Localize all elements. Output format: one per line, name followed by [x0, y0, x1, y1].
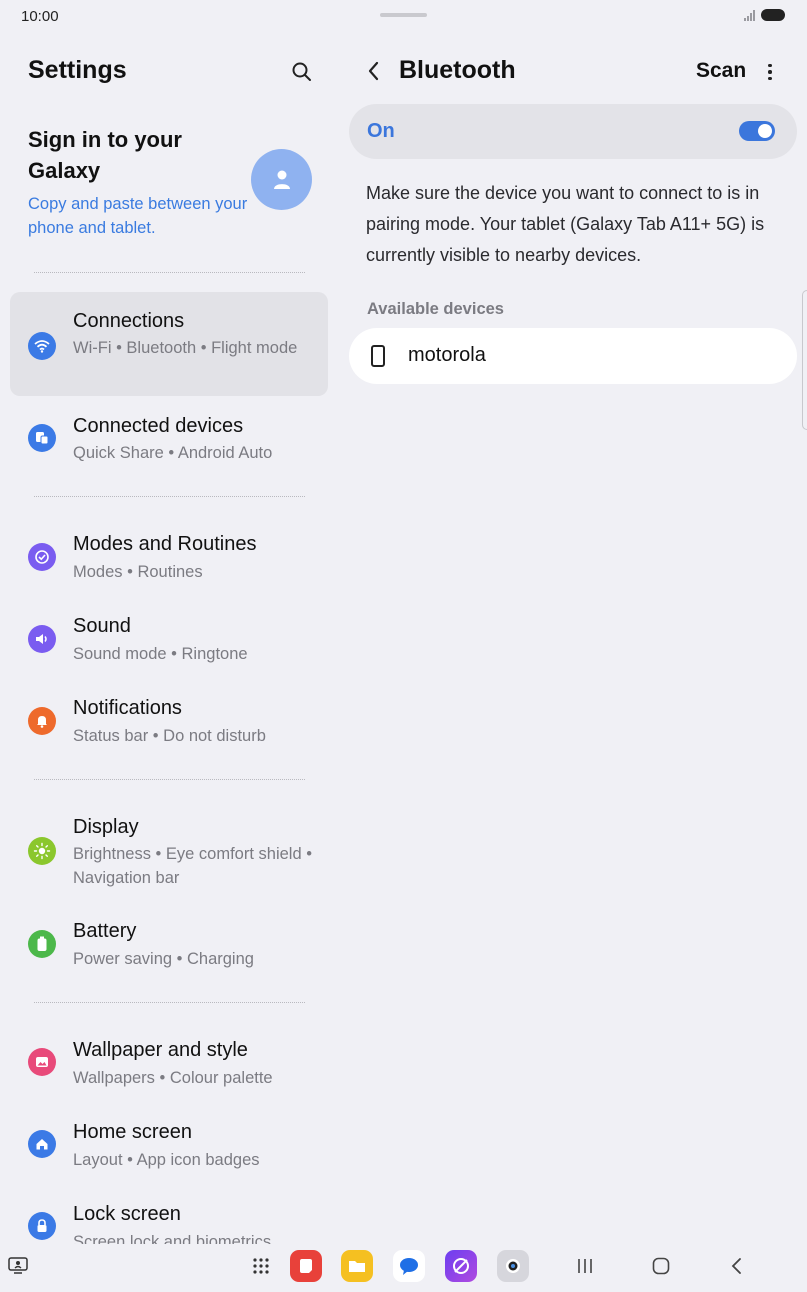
menu-item-label: Wallpaper and style	[73, 1039, 248, 1061]
pairing-info-text: Make sure the device you want to connect…	[366, 183, 765, 265]
scan-button[interactable]: Scan	[696, 59, 746, 83]
bluetooth-toggle-bar[interactable]: On	[349, 104, 797, 159]
sun-icon	[28, 837, 56, 865]
my-files-app-icon[interactable]	[341, 1250, 373, 1282]
menu-item-sub: Wallpapers • Colour palette	[73, 1069, 273, 1087]
menu-item-connected-devices[interactable]: Connected devices Quick Share • Android …	[10, 400, 328, 480]
menu-item-notifications[interactable]: Notifications Status bar • Do not distur…	[10, 682, 328, 760]
menu-item-connections[interactable]: Connections Wi-Fi • Bluetooth • Flight m…	[10, 292, 328, 396]
menu-item-label: Connected devices	[73, 415, 244, 437]
battery-status-icon	[761, 9, 785, 21]
menu-item-sub: Modes • Routines	[73, 563, 203, 581]
menu-item-wallpaper[interactable]: Wallpaper and style Wallpapers • Colour …	[10, 1024, 328, 1102]
wallpaper-icon	[28, 1048, 56, 1076]
device-item[interactable]: motorola	[349, 328, 797, 384]
divider	[34, 779, 305, 780]
bluetooth-switch[interactable]	[739, 121, 775, 141]
menu-item-home-screen[interactable]: Home screen Layout • App icon badges	[10, 1106, 328, 1184]
menu-item-battery[interactable]: Battery Power saving • Charging	[10, 906, 328, 984]
menu-item-label: Sound	[73, 615, 131, 637]
taskbar	[0, 1246, 807, 1292]
menu-item-sub: Status bar • Do not disturb	[73, 727, 266, 745]
drag-handle[interactable]	[380, 13, 427, 17]
wifi-icon	[28, 332, 56, 360]
speaker-icon	[28, 625, 56, 653]
menu-item-label: Notifications	[73, 697, 182, 719]
menu-item-sub: Wi-Fi • Bluetooth • Flight mode	[73, 339, 298, 357]
menu-item-sub: Brightness • Eye comfort shield • Naviga…	[73, 845, 312, 887]
menu-item-label: Lock screen	[73, 1203, 181, 1225]
menu-item-label: Modes and Routines	[73, 533, 257, 555]
status-time: 10:00	[21, 8, 59, 25]
internet-app-icon[interactable]	[445, 1250, 477, 1282]
menu-item-display[interactable]: Display Brightness • Eye comfort shield …	[10, 802, 328, 900]
menu-item-sub: Screen lock and biometrics	[73, 1233, 272, 1244]
menu-item-label: Connections	[73, 310, 185, 332]
available-devices-header: Available devices	[367, 300, 504, 318]
divider	[34, 496, 305, 497]
avatar-icon[interactable]	[251, 149, 312, 210]
status-icons	[744, 9, 785, 21]
bell-icon	[28, 707, 56, 735]
menu-item-sub: Power saving • Charging	[73, 950, 254, 968]
divider	[34, 272, 305, 273]
home-nav-icon[interactable]	[645, 1250, 677, 1282]
menu-item-sub: Sound mode • Ringtone	[73, 645, 248, 663]
edge-panel-handle[interactable]	[802, 290, 807, 430]
toggle-label: On	[367, 120, 395, 142]
divider	[34, 1002, 305, 1003]
menu-item-label: Battery	[73, 920, 137, 942]
menu-item-lock-screen[interactable]: Lock screen Screen lock and biometrics	[10, 1188, 328, 1244]
back-arrow-icon[interactable]	[362, 58, 386, 84]
apps-grid-icon[interactable]	[245, 1250, 277, 1282]
page-title: Bluetooth	[399, 56, 516, 84]
lock-icon	[28, 1212, 56, 1240]
settings-title: Settings	[28, 56, 127, 84]
menu-item-sound[interactable]: Sound Sound mode • Ringtone	[10, 600, 328, 678]
phone-icon	[371, 345, 385, 367]
modes-icon	[28, 543, 56, 571]
account-signin[interactable]: Sign in to your Galaxy Copy and paste be…	[28, 124, 248, 240]
signal-icon	[744, 9, 755, 21]
menu-item-sub: Quick Share • Android Auto	[73, 444, 273, 462]
search-icon[interactable]	[290, 60, 314, 84]
back-nav-icon[interactable]	[721, 1250, 753, 1282]
account-subtitle: Copy and paste between your phone and ta…	[28, 195, 248, 237]
account-title: Sign in to your Galaxy	[28, 127, 182, 183]
messages-app-icon[interactable]	[393, 1250, 425, 1282]
device-name: motorola	[408, 344, 486, 366]
menu-item-modes-routines[interactable]: Modes and Routines Modes • Routines	[10, 518, 328, 596]
connected-devices-icon	[28, 424, 56, 452]
notes-app-icon[interactable]	[290, 1250, 322, 1282]
switch-knob	[758, 124, 772, 138]
more-options-icon[interactable]	[760, 60, 780, 84]
screen-monitor-icon[interactable]	[2, 1250, 34, 1282]
battery-icon	[28, 930, 56, 958]
menu-item-label: Home screen	[73, 1121, 192, 1143]
home-icon	[28, 1130, 56, 1158]
menu-item-label: Display	[73, 816, 139, 838]
menu-item-sub: Layout • App icon badges	[73, 1151, 260, 1169]
camera-app-icon[interactable]	[497, 1250, 529, 1282]
recents-nav-icon[interactable]	[569, 1250, 601, 1282]
